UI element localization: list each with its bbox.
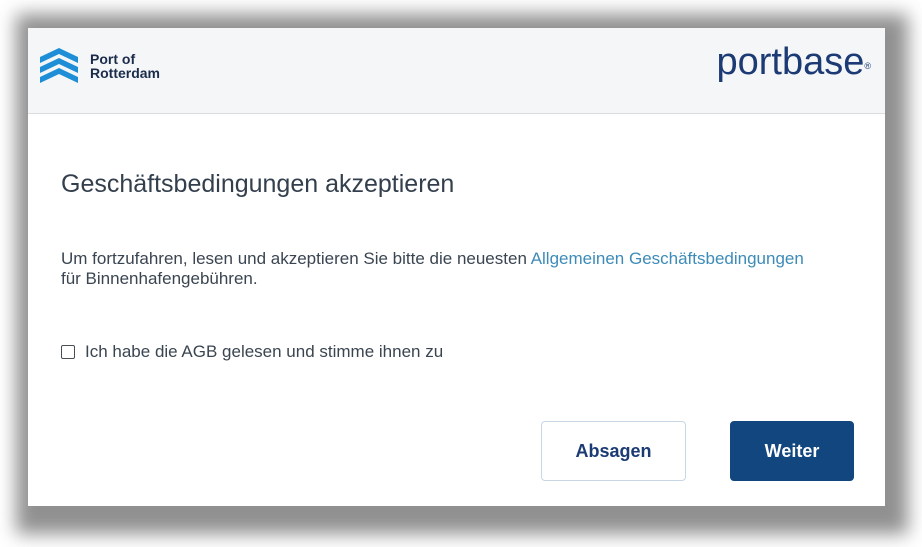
port-of-rotterdam-logo: Port of Rotterdam [38,44,160,88]
terms-link[interactable]: Allgemeinen Geschäftsbedingungen [531,249,804,268]
registered-mark: ® [864,61,871,71]
portbase-logo-rest: rtbase [758,41,865,83]
waves-icon [40,48,78,83]
logo-line-1: Port of [90,51,136,67]
portbase-logo-p: p [716,41,738,83]
description-text-after: für Binnenhafengebühren. [61,269,258,288]
portbase-logo: portbase® [716,40,871,84]
dialog-header: Port of Rotterdam portbase® [28,28,885,114]
portbase-logo-o: o [737,41,759,83]
description-text-before: Um fortzufahren, lesen und akzeptieren S… [61,249,531,268]
terms-dialog: Port of Rotterdam portbase® Geschäftsbed… [28,28,885,506]
accept-terms-checkbox[interactable] [61,345,75,359]
cancel-button[interactable]: Absagen [541,421,686,481]
dialog-description: Um fortzufahren, lesen und akzeptieren S… [61,249,821,289]
dialog-title: Geschäftsbedingungen akzeptieren [61,170,455,198]
accept-terms-label: Ich habe die AGB gelesen und stimme ihne… [85,342,444,361]
next-button[interactable]: Weiter [730,421,854,481]
logo-line-2: Rotterdam [90,65,161,81]
accept-terms-checkbox-row[interactable]: Ich habe die AGB gelesen und stimme ihne… [61,342,443,362]
port-of-rotterdam-text: Port of Rotterdam [90,52,160,80]
